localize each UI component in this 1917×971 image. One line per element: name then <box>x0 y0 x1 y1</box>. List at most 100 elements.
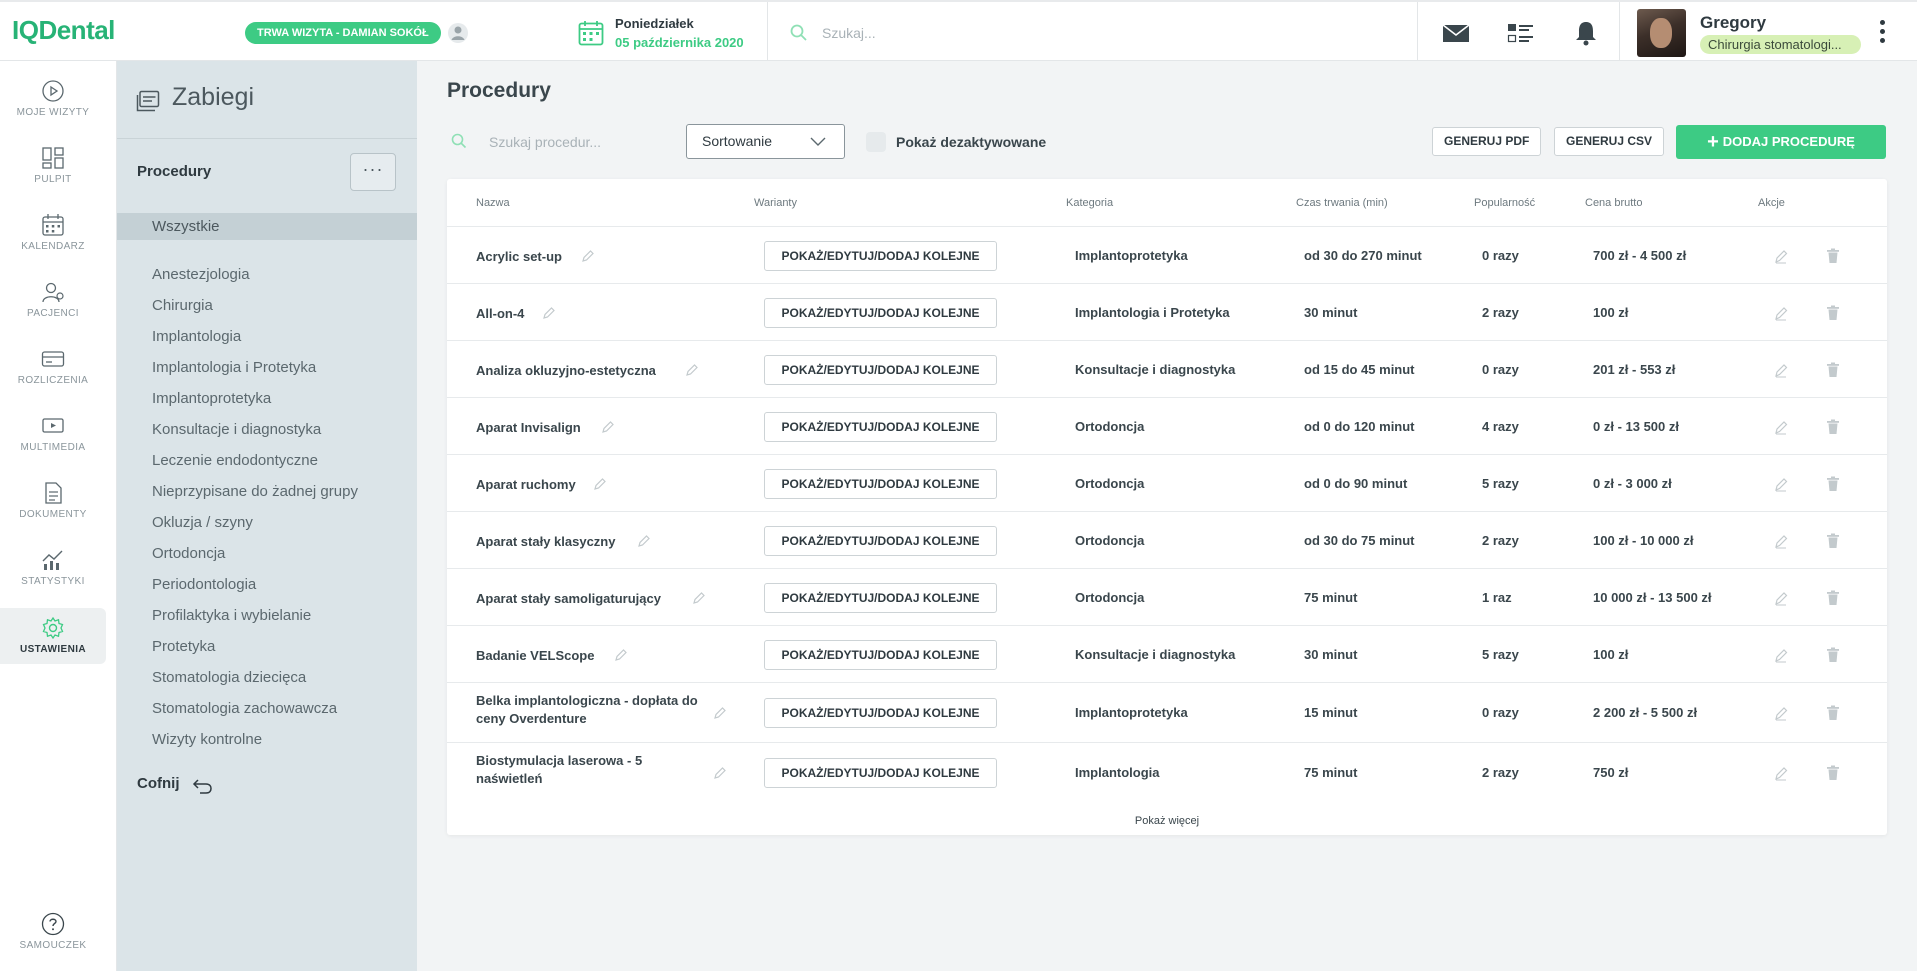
nav-item-dokumenty[interactable]: DOKUMENTY <box>0 481 106 537</box>
variants-button[interactable]: POKAŻ/EDYTUJ/DODAJ KOLEJNE <box>764 298 997 328</box>
user-icon[interactable] <box>448 22 468 44</box>
category-item[interactable]: Wizyty kontrolne <box>152 731 262 748</box>
delete-icon[interactable] <box>1826 533 1840 549</box>
avatar[interactable] <box>1637 9 1686 57</box>
category-item[interactable]: Chirurgia <box>152 297 213 314</box>
column-header[interactable]: Kategoria <box>1066 197 1113 209</box>
category-item[interactable]: Profilaktyka i wybielanie <box>152 607 311 624</box>
category-item[interactable]: Stomatologia dziecięca <box>152 669 306 686</box>
edit-name-icon[interactable] <box>593 477 607 491</box>
delete-icon[interactable] <box>1826 362 1840 378</box>
variants-button[interactable]: POKAŻ/EDYTUJ/DODAJ KOLEJNE <box>764 698 997 728</box>
edit-icon[interactable] <box>1773 305 1789 321</box>
variants-button[interactable]: POKAŻ/EDYTUJ/DODAJ KOLEJNE <box>764 469 997 499</box>
table-row[interactable]: Aparat stały klasyczny POKAŻ/EDYTUJ/DODAJ… <box>447 511 1887 568</box>
nav-item-samouczek[interactable]: SAMOUCZEK <box>0 912 106 968</box>
delete-icon[interactable] <box>1826 305 1840 321</box>
table-row[interactable]: Biostymulacja laserowa - 5 naświetleń POK… <box>447 742 1887 802</box>
procedure-name[interactable]: Aparat Invisalign <box>476 419 706 437</box>
bell-icon[interactable] <box>1571 20 1601 46</box>
category-item[interactable]: Okluzja / szyny <box>152 514 253 531</box>
sort-select[interactable]: Sortowanie <box>686 124 845 159</box>
edit-icon[interactable] <box>1773 248 1789 264</box>
user-role-badge[interactable]: Chirurgia stomatologi... <box>1700 35 1861 54</box>
edit-name-icon[interactable] <box>637 534 651 548</box>
procedure-name[interactable]: Aparat stały klasyczny <box>476 533 706 551</box>
nav-item-multimedia[interactable]: MULTIMEDIA <box>0 414 106 470</box>
edit-icon[interactable] <box>1773 705 1789 721</box>
generate-csv-button[interactable]: GENERUJ CSV <box>1554 127 1665 156</box>
edit-icon[interactable] <box>1773 362 1789 378</box>
delete-icon[interactable] <box>1826 590 1840 606</box>
category-item[interactable]: Protetyka <box>152 638 215 655</box>
back-arrow-icon[interactable] <box>191 777 213 795</box>
column-header[interactable]: Nazwa <box>476 197 510 209</box>
edit-name-icon[interactable] <box>601 420 615 434</box>
variants-button[interactable]: POKAŻ/EDYTUJ/DODAJ KOLEJNE <box>764 758 997 788</box>
mail-icon[interactable] <box>1441 20 1471 46</box>
category-item[interactable]: Implantologia <box>152 328 241 345</box>
nav-item-pacjenci[interactable]: PACJENCI <box>0 280 106 336</box>
app-logo[interactable]: IQDental <box>12 15 115 46</box>
category-item-all[interactable]: Wszystkie <box>117 213 417 240</box>
delete-icon[interactable] <box>1826 765 1840 781</box>
procedure-name[interactable]: Aparat ruchomy <box>476 476 706 494</box>
back-button[interactable]: Cofnij <box>137 775 180 792</box>
procedure-name[interactable]: Analiza okluzyjno-estetyczna <box>476 362 706 380</box>
global-search-input[interactable] <box>822 20 1382 46</box>
edit-icon[interactable] <box>1773 476 1789 492</box>
add-procedure-button[interactable]: + DODAJ PROCEDURĘ <box>1676 125 1886 159</box>
category-item[interactable]: Konsultacje i diagnostyka <box>152 421 321 438</box>
procedure-name[interactable]: Belka implantologiczna - dopłata do ceny… <box>476 692 706 728</box>
table-row[interactable]: Badanie VELScope POKAŻ/EDYTUJ/DODAJ KOLEJ… <box>447 625 1887 682</box>
nav-item-moje-wizyty[interactable]: MOJE WIZYTY <box>0 79 106 135</box>
procedure-name[interactable]: Aparat stały samoligaturujący <box>476 590 706 608</box>
category-item[interactable]: Periodontologia <box>152 576 256 593</box>
variants-button[interactable]: POKAŻ/EDYTUJ/DODAJ KOLEJNE <box>764 355 997 385</box>
edit-icon[interactable] <box>1773 533 1789 549</box>
procedure-name[interactable]: All-on-4 <box>476 305 706 323</box>
show-deactivated-label[interactable]: Pokaż dezaktywowane <box>896 134 1046 150</box>
table-row[interactable]: Aparat stały samoligaturujący POKAŻ/EDYTU… <box>447 568 1887 625</box>
column-header[interactable]: Warianty <box>754 197 797 209</box>
column-header[interactable]: Popularność <box>1474 197 1535 209</box>
column-header[interactable]: Czas trwania (min) <box>1296 197 1388 209</box>
table-row[interactable]: Aparat ruchomy POKAŻ/EDYTUJ/DODAJ KOLEJNE… <box>447 454 1887 511</box>
delete-icon[interactable] <box>1826 248 1840 264</box>
nav-item-rozliczenia[interactable]: ROZLICZENIA <box>0 347 106 403</box>
variants-button[interactable]: POKAŻ/EDYTUJ/DODAJ KOLEJNE <box>764 412 997 442</box>
category-item[interactable]: Implantoprotetyka <box>152 390 271 407</box>
edit-name-icon[interactable] <box>713 706 727 720</box>
variants-button[interactable]: POKAŻ/EDYTUJ/DODAJ KOLEJNE <box>764 526 997 556</box>
variants-button[interactable]: POKAŻ/EDYTUJ/DODAJ KOLEJNE <box>764 241 997 271</box>
category-item[interactable]: Ortodoncja <box>152 545 225 562</box>
nav-item-kalendarz[interactable]: KALENDARZ <box>0 213 106 269</box>
table-row[interactable]: All-on-4 POKAŻ/EDYTUJ/DODAJ KOLEJNE Implan… <box>447 283 1887 340</box>
edit-icon[interactable] <box>1773 419 1789 435</box>
procedure-search-input[interactable] <box>489 130 659 154</box>
column-header[interactable]: Cena brutto <box>1585 197 1642 209</box>
table-row[interactable]: Belka implantologiczna - dopłata do ceny… <box>447 682 1887 742</box>
category-item[interactable]: Leczenie endodontyczne <box>152 452 318 469</box>
user-name[interactable]: Gregory <box>1700 13 1766 33</box>
nav-item-statystyki[interactable]: STATYSTYKI <box>0 548 106 604</box>
edit-icon[interactable] <box>1773 647 1789 663</box>
delete-icon[interactable] <box>1826 476 1840 492</box>
category-item[interactable]: Nieprzypisane do żadnej grupy <box>152 483 358 500</box>
table-row[interactable]: Aparat Invisalign POKAŻ/EDYTUJ/DODAJ KOLE… <box>447 397 1887 454</box>
tasks-icon[interactable] <box>1506 20 1536 46</box>
procedure-name[interactable]: Badanie VELScope <box>476 647 706 665</box>
category-item[interactable]: Anestezjologia <box>152 266 250 283</box>
delete-icon[interactable] <box>1826 647 1840 663</box>
edit-icon[interactable] <box>1773 765 1789 781</box>
procedure-name[interactable]: Biostymulacja laserowa - 5 naświetleń <box>476 752 706 788</box>
variants-button[interactable]: POKAŻ/EDYTUJ/DODAJ KOLEJNE <box>764 640 997 670</box>
show-more-link[interactable]: Pokaż więcej <box>447 815 1887 827</box>
show-deactivated-checkbox[interactable] <box>866 132 886 152</box>
edit-icon[interactable] <box>1773 590 1789 606</box>
nav-item-ustawienia[interactable]: USTAWIENIA <box>0 608 106 664</box>
delete-icon[interactable] <box>1826 705 1840 721</box>
category-options-button[interactable]: ··· <box>350 153 396 191</box>
edit-name-icon[interactable] <box>713 766 727 780</box>
edit-name-icon[interactable] <box>581 249 595 263</box>
